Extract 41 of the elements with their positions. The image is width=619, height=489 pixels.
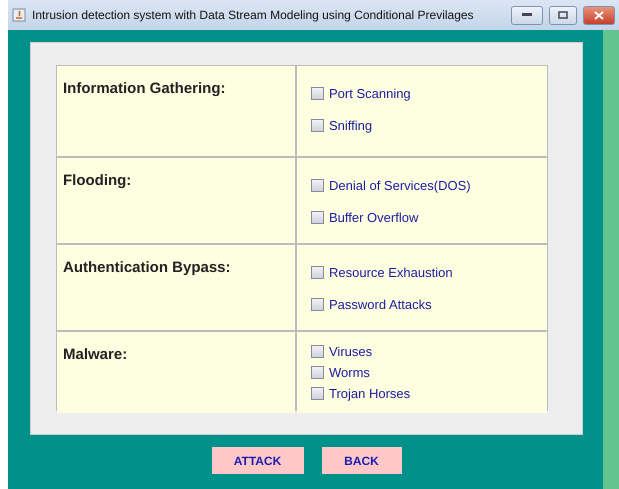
option-label: Viruses bbox=[329, 344, 372, 359]
checkbox[interactable] bbox=[311, 211, 324, 224]
attack-option[interactable]: Worms bbox=[311, 365, 533, 380]
minimize-button[interactable] bbox=[511, 6, 543, 24]
maximize-icon bbox=[558, 11, 568, 19]
attack-option[interactable]: Port Scanning bbox=[311, 86, 533, 101]
checkbox[interactable] bbox=[311, 266, 324, 279]
window-title: Intrusion detection system with Data Stream Modeling using Conditional Previlages bbox=[32, 8, 475, 22]
close-icon bbox=[594, 10, 604, 20]
app-icon bbox=[12, 8, 26, 22]
option-label: Password Attacks bbox=[329, 297, 432, 312]
back-button[interactable]: BACK bbox=[322, 447, 402, 474]
option-label: Trojan Horses bbox=[329, 386, 410, 401]
checkbox[interactable] bbox=[311, 387, 324, 400]
option-label: Sniffing bbox=[329, 118, 372, 133]
category-label: Information Gathering: bbox=[63, 80, 226, 97]
category-label: Malware: bbox=[63, 346, 128, 363]
attack-option[interactable]: Sniffing bbox=[311, 118, 533, 133]
option-label: Worms bbox=[329, 365, 370, 380]
attack-option[interactable]: Trojan Horses bbox=[311, 386, 533, 401]
attack-option[interactable]: Password Attacks bbox=[311, 297, 533, 312]
category-label: Authentication Bypass: bbox=[63, 259, 232, 276]
minimize-icon bbox=[522, 13, 532, 17]
option-label: Port Scanning bbox=[329, 86, 411, 101]
option-label: Buffer Overflow bbox=[329, 210, 418, 225]
attack-button[interactable]: ATTACK bbox=[212, 447, 304, 474]
option-label: Denial of Services(DOS) bbox=[329, 178, 471, 193]
category-label: Flooding: bbox=[63, 172, 132, 189]
attack-option[interactable]: Denial of Services(DOS) bbox=[311, 178, 533, 193]
attack-option[interactable]: Viruses bbox=[311, 344, 533, 359]
option-label: Resource Exhaustion bbox=[329, 265, 453, 280]
checkbox[interactable] bbox=[311, 298, 324, 311]
attack-option[interactable]: Resource Exhaustion bbox=[311, 265, 533, 280]
checkbox[interactable] bbox=[311, 87, 324, 100]
close-button[interactable] bbox=[583, 6, 615, 24]
checkbox[interactable] bbox=[311, 345, 324, 358]
maximize-button[interactable] bbox=[549, 6, 577, 24]
checkbox[interactable] bbox=[311, 179, 324, 192]
checkbox[interactable] bbox=[311, 366, 324, 379]
checkbox[interactable] bbox=[311, 119, 324, 132]
attack-option[interactable]: Buffer Overflow bbox=[311, 210, 533, 225]
